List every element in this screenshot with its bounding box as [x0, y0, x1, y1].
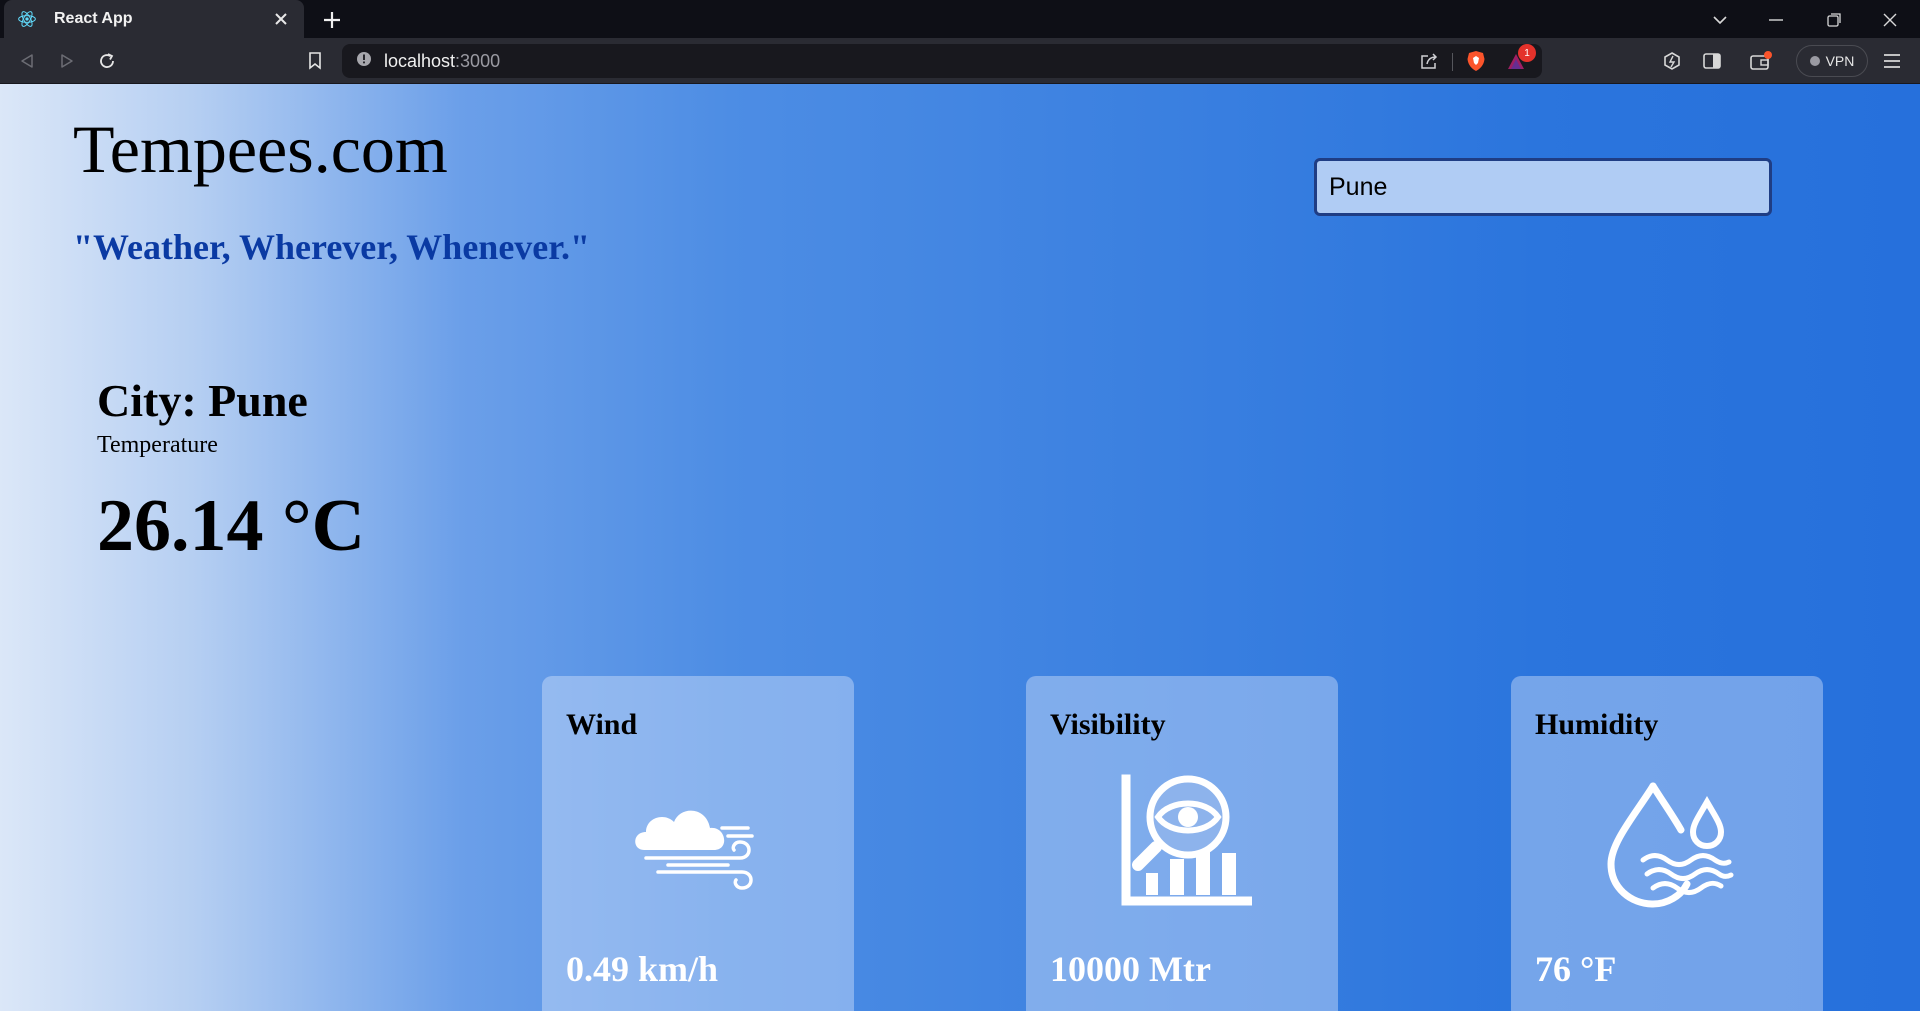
react-logo-icon	[16, 8, 38, 30]
restore-button[interactable]	[1820, 6, 1848, 34]
vpn-status-icon	[1809, 56, 1820, 66]
sidebar-icon[interactable]	[1697, 46, 1727, 76]
temperature-value: 26.14 °C	[97, 485, 366, 567]
browser-tab-bar: React App	[0, 0, 1920, 38]
address-bar[interactable]: localhost:3000 1	[342, 44, 1542, 78]
wind-value: 0.49 km/h	[566, 949, 719, 989]
new-tab-button[interactable]	[318, 6, 346, 34]
close-icon[interactable]	[270, 8, 292, 30]
wind-title: Wind	[566, 708, 638, 741]
humidity-card: Humidity 76 °F	[1511, 676, 1823, 1011]
menu-icon[interactable]	[1877, 46, 1907, 76]
visibility-value: 10000 Mtr	[1050, 949, 1211, 989]
tab-title: React App	[54, 10, 133, 27]
city-name: City: Pune	[97, 375, 308, 426]
vpn-label: VPN	[1825, 53, 1855, 69]
brave-shields-icon[interactable]	[1464, 49, 1488, 73]
humidity-title: Humidity	[1535, 708, 1659, 741]
reload-icon[interactable]	[92, 46, 122, 76]
window-close-button[interactable]	[1876, 6, 1904, 34]
weather-page: Tempees.com "Weather, Wherever, Whenever…	[0, 84, 1920, 1011]
notification-badge: 1	[1518, 44, 1536, 62]
humidity-value: 76 °F	[1535, 949, 1617, 989]
minimize-button[interactable]	[1762, 6, 1790, 34]
visibility-card: Visibility 10000 Mtr	[1026, 676, 1338, 1011]
url-host: localhost	[384, 50, 456, 71]
bookmark-icon[interactable]	[300, 46, 330, 76]
back-icon[interactable]	[12, 46, 42, 76]
forward-icon[interactable]	[52, 46, 82, 76]
leo-ai-icon[interactable]	[1657, 46, 1687, 76]
browser-tab[interactable]: React App	[4, 0, 304, 38]
temperature-label: Temperature	[97, 432, 218, 458]
visibility-eye-chart-icon	[1102, 768, 1262, 918]
vpn-button[interactable]: VPN	[1796, 45, 1868, 77]
tab-list-chevron-icon[interactable]	[1706, 6, 1734, 34]
browser-toolbar: localhost:3000 1 VPN	[0, 38, 1920, 84]
wind-card: Wind 0.49 km/h	[542, 676, 854, 1011]
tagline: "Weather, Wherever, Whenever."	[73, 227, 590, 267]
city-search-input[interactable]	[1314, 158, 1772, 216]
humidity-drop-icon	[1587, 768, 1747, 918]
site-info-icon[interactable]	[356, 51, 372, 72]
url-divider	[1452, 53, 1453, 71]
wind-cloud-icon	[618, 768, 778, 918]
url-port: :3000	[455, 50, 501, 71]
brand-title: Tempees.com	[73, 111, 448, 187]
visibility-title: Visibility	[1050, 708, 1166, 741]
wallet-icon[interactable]	[1746, 46, 1776, 76]
share-icon[interactable]	[1417, 49, 1441, 73]
